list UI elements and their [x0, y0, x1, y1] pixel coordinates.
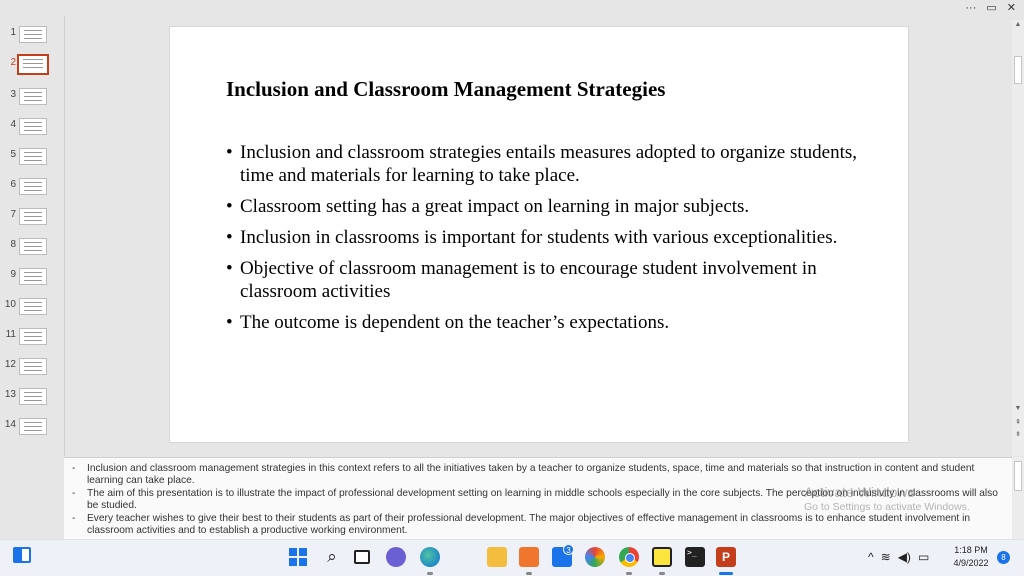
sublime-running-indicator [526, 572, 532, 575]
slide-thumbnail-preview[interactable] [17, 54, 49, 75]
slide-number: 6 [10, 179, 16, 190]
edge-running-indicator [427, 572, 433, 575]
slide-bullet: The outcome is dependent on the teacher’… [226, 311, 866, 334]
slide-thumbnail-12[interactable]: 12 [0, 356, 64, 380]
speaker-notes-pane[interactable]: Inclusion and classroom management strat… [64, 457, 1012, 539]
close-icon[interactable]: ✕ [1007, 1, 1016, 15]
task-view-icon[interactable] [354, 550, 370, 564]
slide-bullet: Objective of classroom management is to … [226, 257, 866, 303]
slide-thumbnail-preview[interactable] [19, 268, 47, 285]
slide-bullet-list[interactable]: Inclusion and classroom strategies entai… [226, 141, 866, 342]
slide-thumbnail-8[interactable]: 8 [0, 236, 64, 260]
slide-thumbnail-preview[interactable] [19, 418, 47, 435]
slide-thumbnail-14[interactable]: 14 [0, 416, 64, 440]
slide-number: 9 [10, 269, 16, 280]
note-item: The aim of this presentation is to illus… [72, 488, 1004, 512]
slide-thumbnail-5[interactable]: 5 [0, 146, 64, 170]
chrome-running-indicator [626, 572, 632, 575]
slide-thumbnail-pane: 1 2 3 4 5 6 7 8 9 10 11 12 13 14 [0, 16, 64, 456]
slide-thumbnail-1[interactable]: 1 [0, 24, 64, 48]
clock[interactable]: 1:18 PM 4/9/2022 [948, 544, 994, 570]
photos-app-icon[interactable] [585, 547, 605, 567]
slide-thumbnail-4[interactable]: 4 [0, 116, 64, 140]
slide-number: 2 [10, 57, 16, 68]
notification-badge[interactable]: 8 [997, 551, 1010, 564]
slide-thumbnail-preview[interactable] [19, 148, 47, 165]
slide-thumbnail-7[interactable]: 7 [0, 206, 64, 230]
slide-thumbnail-3[interactable]: 3 [0, 86, 64, 110]
window-controls: ··· ▭ ✕ [965, 0, 1024, 16]
scroll-down-icon[interactable]: ▼ [1012, 404, 1024, 414]
slide-thumbnail-preview[interactable] [19, 178, 47, 195]
powerpoint-window: ··· ▭ ✕ 1 2 3 4 5 6 7 8 9 10 11 12 13 14 Inclusion an… [0, 0, 1024, 576]
scroll-up-icon[interactable]: ▲ [1012, 20, 1024, 30]
terminal-icon[interactable]: >_ [685, 547, 705, 567]
slide-number: 11 [5, 329, 16, 340]
chevron-up-icon[interactable]: ^ [868, 550, 874, 564]
slide-thumbnail-9[interactable]: 9 [0, 266, 64, 290]
scrollbar-thumb[interactable] [1014, 56, 1022, 84]
notes-scrollbar-thumb[interactable] [1014, 461, 1022, 491]
slide-thumbnail-preview[interactable] [19, 26, 47, 43]
slide-thumbnail-13[interactable]: 13 [0, 386, 64, 410]
restore-icon[interactable]: ▭ [986, 1, 996, 15]
slide-bullet: Inclusion in classrooms is important for… [226, 226, 866, 249]
previous-slide-icon[interactable]: ⇞ [1012, 418, 1024, 428]
wifi-icon[interactable]: ≋ [881, 550, 891, 564]
slide-number: 14 [4, 419, 16, 430]
slide-canvas[interactable]: Inclusion and Classroom Management Strat… [169, 26, 909, 443]
search-icon[interactable]: ⌕ [322, 547, 342, 567]
powerpoint-icon[interactable]: P [716, 547, 736, 567]
sublime-text-icon[interactable] [519, 547, 539, 567]
slide-thumbnail-2[interactable]: 2 [0, 54, 64, 78]
slide-thumbnail-preview[interactable] [19, 88, 47, 105]
powerpoint-running-indicator [719, 572, 733, 575]
slide-title[interactable]: Inclusion and Classroom Management Strat… [226, 77, 665, 102]
slide-number: 7 [10, 209, 16, 220]
slide-number: 13 [4, 389, 16, 400]
slide-number: 3 [10, 89, 16, 100]
clock-time: 1:18 PM [954, 545, 988, 555]
sticky-running-indicator [659, 572, 665, 575]
slide-thumbnail-6[interactable]: 6 [0, 176, 64, 200]
slide-scrollbar[interactable]: ▲ ▼ ⇞ ⇟ [1012, 20, 1024, 456]
sticky-notes-icon[interactable] [652, 547, 672, 567]
slide-number: 5 [10, 149, 16, 160]
slide-thumbnail-preview[interactable] [19, 208, 47, 225]
mail-badge: 3 [563, 544, 574, 555]
slide-thumbnail-preview[interactable] [19, 388, 47, 405]
notes-scrollbar[interactable] [1012, 457, 1024, 539]
slide-number: 12 [4, 359, 16, 370]
slide-bullet: Inclusion and classroom strategies entai… [226, 141, 866, 187]
more-options-icon[interactable]: ··· [965, 1, 976, 15]
slide-number: 1 [10, 27, 16, 38]
clock-date: 4/9/2022 [953, 558, 989, 568]
volume-icon[interactable]: ◀) [898, 550, 911, 564]
slide-thumbnail-preview[interactable] [19, 118, 47, 135]
chat-icon[interactable] [386, 547, 406, 567]
file-explorer-icon[interactable] [487, 547, 507, 567]
slide-number: 4 [10, 119, 16, 130]
edge-browser-icon[interactable] [420, 547, 440, 567]
slide-thumbnail-preview[interactable] [19, 298, 47, 315]
system-tray: ^ ≋ ◀) ▭ [868, 547, 929, 567]
slide-number: 10 [4, 299, 16, 310]
next-slide-icon[interactable]: ⇟ [1012, 430, 1024, 440]
slide-thumbnail-preview[interactable] [19, 328, 47, 345]
widgets-icon[interactable] [13, 547, 31, 563]
slide-thumbnail-10[interactable]: 10 [0, 296, 64, 320]
pane-divider[interactable] [64, 16, 65, 456]
start-icon[interactable] [288, 547, 308, 567]
note-item: Every teacher wishes to give their best … [72, 513, 1004, 537]
notes-list: Inclusion and classroom management strat… [64, 458, 1012, 537]
battery-icon[interactable]: ▭ [918, 550, 929, 564]
slide-number: 8 [10, 239, 16, 250]
chrome-icon[interactable] [619, 547, 639, 567]
slide-bullet: Classroom setting has a great impact on … [226, 195, 866, 218]
slide-thumbnail-preview[interactable] [19, 238, 47, 255]
note-item: Inclusion and classroom management strat… [72, 463, 1004, 487]
slide-thumbnail-preview[interactable] [19, 358, 47, 375]
slide-thumbnail-11[interactable]: 11 [0, 326, 64, 350]
